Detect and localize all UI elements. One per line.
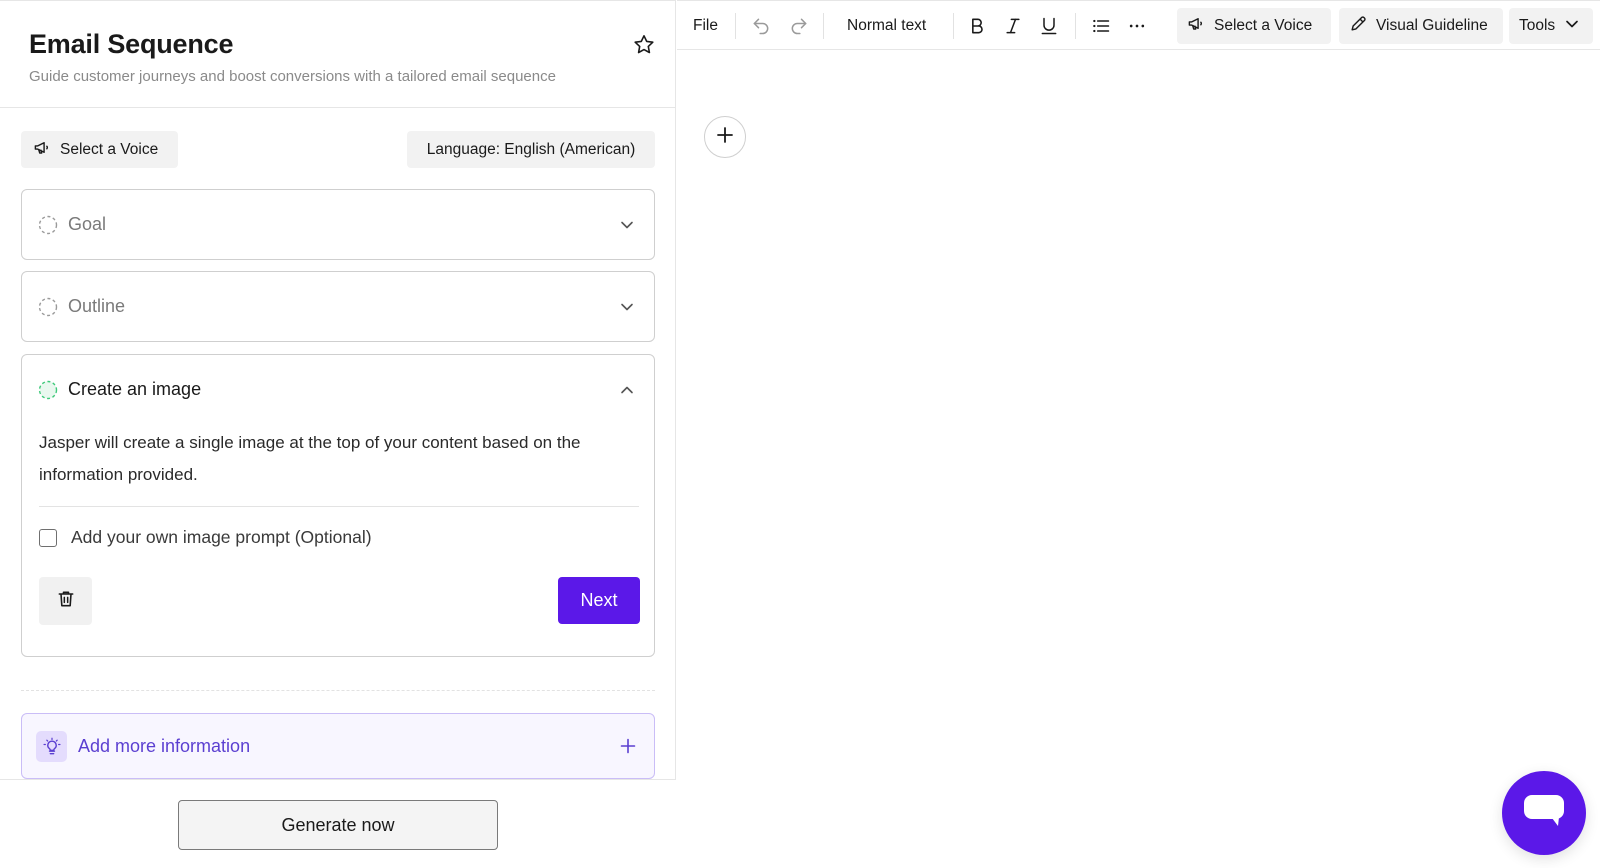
image-prompt-option[interactable]: Add your own image prompt (Optional)	[39, 527, 372, 548]
chevron-up-icon	[620, 383, 634, 397]
delete-step-button[interactable]	[39, 577, 92, 625]
add-more-information-button[interactable]: Add more information	[21, 713, 655, 779]
file-menu[interactable]: File	[693, 1, 718, 51]
megaphone-icon	[1187, 14, 1206, 38]
plus-icon	[620, 738, 636, 754]
undo-icon[interactable]	[751, 1, 771, 51]
tools-dropdown[interactable]: Tools	[1509, 8, 1593, 44]
visual-guideline-label: Visual Guideline	[1376, 17, 1488, 34]
chat-icon	[1522, 793, 1566, 834]
editor-toolbar: File Normal text Select a Voice Visual G…	[677, 0, 1600, 50]
next-button[interactable]: Next	[558, 577, 640, 624]
step-outline[interactable]: Outline	[21, 271, 655, 342]
step-outline-label: Outline	[68, 296, 126, 316]
page-title: Email Sequence	[29, 29, 234, 59]
toolbar-divider	[823, 13, 824, 39]
step-goal-label: Goal	[68, 214, 107, 234]
panel-footer: Generate now	[0, 779, 676, 868]
visual-guideline-button[interactable]: Visual Guideline	[1339, 8, 1503, 44]
chevron-down-icon	[620, 218, 634, 232]
chevron-down-icon	[620, 300, 634, 314]
trash-icon	[56, 589, 76, 614]
more-icon[interactable]	[1127, 1, 1147, 51]
text-style-dropdown[interactable]: Normal text	[847, 1, 926, 51]
panel-header: Email Sequence Guide customer journeys a…	[0, 1, 676, 108]
lightbulb-icon	[36, 731, 67, 762]
redo-icon[interactable]	[789, 1, 809, 51]
generate-now-button[interactable]: Generate now	[178, 800, 498, 850]
select-voice-label: Select a Voice	[60, 140, 159, 158]
active-circle-icon	[38, 380, 58, 400]
page-subtitle: Guide customer journeys and boost conver…	[29, 68, 556, 85]
add-block-button[interactable]	[704, 116, 746, 158]
chat-support-button[interactable]	[1502, 771, 1586, 855]
toolbar-divider	[953, 13, 954, 39]
toolbar-divider	[1075, 13, 1076, 39]
list-icon[interactable]	[1091, 1, 1111, 51]
bold-icon[interactable]	[967, 1, 987, 51]
section-separator	[21, 690, 655, 691]
step-create-image: Create an image Jasper will create a sin…	[21, 354, 655, 657]
pending-circle-icon	[38, 215, 58, 235]
plus-icon	[716, 126, 734, 149]
star-icon[interactable]	[632, 33, 656, 57]
step-create-image-label: Create an image	[68, 379, 202, 399]
select-voice-button[interactable]: Select a Voice	[21, 131, 178, 168]
pen-icon	[1349, 14, 1368, 38]
pending-circle-icon	[38, 297, 58, 317]
image-prompt-checkbox[interactable]	[39, 528, 57, 547]
step-outline-header[interactable]: Outline	[22, 272, 654, 342]
toolbar-divider	[735, 13, 736, 39]
underline-icon[interactable]	[1039, 1, 1059, 51]
language-button[interactable]: Language: English (American)	[407, 131, 655, 168]
italic-icon[interactable]	[1003, 1, 1023, 51]
megaphone-icon	[33, 138, 52, 162]
left-panel: Email Sequence Guide customer journeys a…	[0, 0, 676, 868]
step-create-image-header[interactable]: Create an image	[22, 355, 654, 425]
add-more-information-label: Add more information	[78, 736, 251, 756]
image-prompt-label: Add your own image prompt (Optional)	[71, 527, 372, 547]
toolbar-select-voice-button[interactable]: Select a Voice	[1177, 8, 1331, 44]
toolbar-select-voice-label: Select a Voice	[1214, 17, 1313, 34]
step-goal-header[interactable]: Goal	[22, 190, 654, 260]
divider	[39, 506, 639, 507]
tools-label: Tools	[1519, 17, 1556, 34]
step-goal[interactable]: Goal	[21, 189, 655, 260]
chevron-down-icon	[1565, 17, 1579, 36]
step-description: Jasper will create a single image at the…	[39, 433, 581, 484]
